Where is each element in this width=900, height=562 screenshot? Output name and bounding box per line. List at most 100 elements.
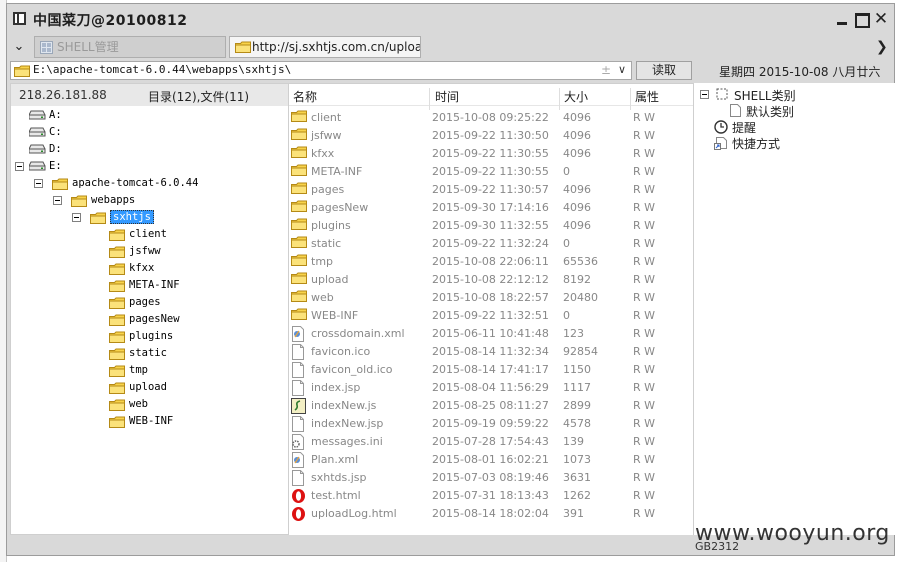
tab-shell-manager[interactable]: SHELL管理: [34, 36, 226, 58]
minimize-button[interactable]: [834, 12, 850, 28]
file-attr: R W: [633, 165, 656, 178]
maximize-button[interactable]: [854, 12, 870, 28]
file-size: 65536: [563, 255, 598, 268]
tree-item-label: webapps: [91, 194, 136, 206]
column-size[interactable]: 大小: [564, 88, 588, 105]
drive-icon: [28, 161, 46, 174]
file-row[interactable]: tmp 2015-10-08 22:06:11 65536 R W: [289, 253, 693, 271]
file-attr: R W: [633, 201, 656, 214]
file-size: 3631: [563, 471, 591, 484]
file-row[interactable]: index.jsp 2015-08-04 11:56:29 1117 R W: [289, 379, 693, 397]
file-size: 123: [563, 327, 584, 340]
collapse-toggle[interactable]: [15, 162, 24, 171]
collapse-toggle[interactable]: [34, 179, 43, 188]
file-row[interactable]: crossdomain.xml 2015-06-11 10:41:48 123 R W: [289, 325, 693, 343]
folder-icon: [291, 254, 307, 269]
file-attr: R W: [633, 489, 656, 502]
file-name: sxhtds.jsp: [311, 471, 367, 484]
chevron-down-icon[interactable]: ∨: [618, 63, 626, 76]
file-name: uploadLog.html: [311, 507, 397, 520]
tab-list-chevron-icon[interactable]: ⌄: [11, 39, 27, 55]
tab-scroll-right-icon[interactable]: ❯: [876, 39, 888, 55]
folder-icon: [291, 236, 307, 251]
file-time: 2015-10-08 18:22:57: [432, 291, 549, 304]
file-row[interactable]: indexNew.js 2015-08-25 08:11:27 2899 R W: [289, 397, 693, 415]
file-time: 2015-09-30 11:32:55: [432, 219, 549, 232]
file-size: 2899: [563, 399, 591, 412]
file-time: 2015-09-22 11:30:57: [432, 183, 549, 196]
drive-icon: [28, 110, 46, 123]
file-row[interactable]: plugins 2015-09-30 11:32:55 4096 R W: [289, 217, 693, 235]
file-size: 0: [563, 237, 570, 250]
column-divider[interactable]: [630, 88, 631, 110]
file-time: 2015-09-22 11:30:55: [432, 165, 549, 178]
file-row[interactable]: test.html 2015-07-31 18:13:43 1262 R W: [289, 487, 693, 505]
read-button[interactable]: 读取: [636, 61, 692, 80]
tree-item-label: upload: [129, 381, 167, 393]
file-row[interactable]: messages.ini 2015-07-28 17:54:43 139 R W: [289, 433, 693, 451]
folder-icon: [109, 297, 125, 312]
column-divider[interactable]: [559, 88, 560, 110]
tree-item-label: C:: [49, 126, 62, 138]
drive-icon: [28, 144, 46, 157]
file-row[interactable]: kfxx 2015-09-22 11:30:55 4096 R W: [289, 145, 693, 163]
file-row[interactable]: favicon.ico 2015-08-14 11:32:34 92854 R W: [289, 343, 693, 361]
tab-bar: ⌄ SHELL管理 http://sj.sxhtjs.com.cn/upload…: [7, 35, 894, 59]
file-name: client: [311, 111, 342, 124]
tree-item-label: kfxx: [129, 262, 155, 274]
file-row[interactable]: sxhtds.jsp 2015-07-03 08:19:46 3631 R W: [289, 469, 693, 487]
file-row[interactable]: pagesNew 2015-09-30 17:14:16 4096 R W: [289, 199, 693, 217]
dotted-box-icon: [716, 88, 728, 100]
file-row[interactable]: Plan.xml 2015-08-01 16:02:21 1073 R W: [289, 451, 693, 469]
file-attr: R W: [633, 183, 656, 196]
collapse-toggle[interactable]: [700, 90, 709, 99]
column-name[interactable]: 名称: [293, 88, 317, 105]
file-row[interactable]: uploadLog.html 2015-08-14 18:02:04 391 R W: [289, 505, 693, 523]
file-name: crossdomain.xml: [311, 327, 405, 340]
folder-icon: [109, 348, 125, 363]
tree-item-label: web: [129, 398, 148, 410]
file-row[interactable]: indexNew.jsp 2015-09-19 09:59:22 4578 R W: [289, 415, 693, 433]
file-row[interactable]: web 2015-10-08 18:22:57 20480 R W: [289, 289, 693, 307]
folder-icon: [109, 280, 125, 295]
file-name: jsfww: [311, 129, 342, 142]
file-name: upload: [311, 273, 349, 286]
file-time: 2015-09-19 09:59:22: [432, 417, 549, 430]
shortcut-icon: [714, 137, 727, 150]
folder-icon: [291, 128, 307, 143]
file-name: web: [311, 291, 334, 304]
file-name: static: [311, 237, 342, 250]
file-row[interactable]: upload 2015-10-08 22:12:12 8192 R W: [289, 271, 693, 289]
file-row[interactable]: WEB-INF 2015-09-22 11:32:51 0 R W: [289, 307, 693, 325]
column-divider[interactable]: [429, 88, 430, 110]
column-attr[interactable]: 属性: [635, 88, 659, 105]
folder-icon: [52, 178, 68, 193]
close-button[interactable]: ✕: [873, 11, 889, 28]
tree-header: 218.26.181.88 目录(12),文件(11): [11, 84, 288, 106]
file-row[interactable]: pages 2015-09-22 11:30:57 4096 R W: [289, 181, 693, 199]
file-row[interactable]: jsfww 2015-09-22 11:30:50 4096 R W: [289, 127, 693, 145]
file-row[interactable]: static 2015-09-22 11:32:24 0 R W: [289, 235, 693, 253]
tree-item-label: jsfww: [129, 245, 161, 257]
file-time: 2015-08-01 16:02:21: [432, 453, 549, 466]
column-time[interactable]: 时间: [435, 88, 459, 105]
category-label: 默认类别: [746, 105, 795, 119]
plus-icon[interactable]: ±: [601, 63, 611, 77]
file-size: 92854: [563, 345, 598, 358]
file-attr: R W: [633, 291, 656, 304]
path-input[interactable]: E:\apache-tomcat-6.0.44\webapps\sxhtjs\ …: [10, 61, 632, 80]
tree-item-label: D:: [49, 143, 62, 155]
folder-icon: [291, 146, 307, 161]
app-icon: [13, 12, 26, 25]
collapse-toggle[interactable]: [72, 213, 81, 222]
file-name: indexNew.jsp: [311, 417, 384, 430]
tab-label: http://sj.sxhtjs.com.cn/upload/p...: [252, 40, 420, 54]
tab-file-manager[interactable]: http://sj.sxhtjs.com.cn/upload/p...: [229, 36, 421, 58]
file-time: 2015-07-28 17:54:43: [432, 435, 549, 448]
file-time: 2015-08-14 17:41:17: [432, 363, 549, 376]
file-row[interactable]: favicon_old.ico 2015-08-14 17:41:17 1150 R …: [289, 361, 693, 379]
collapse-toggle[interactable]: [53, 196, 62, 205]
folder-icon: [291, 182, 307, 197]
file-row[interactable]: META-INF 2015-09-22 11:30:55 0 R W: [289, 163, 693, 181]
file-row[interactable]: client 2015-10-08 09:25:22 4096 R W: [289, 109, 693, 127]
